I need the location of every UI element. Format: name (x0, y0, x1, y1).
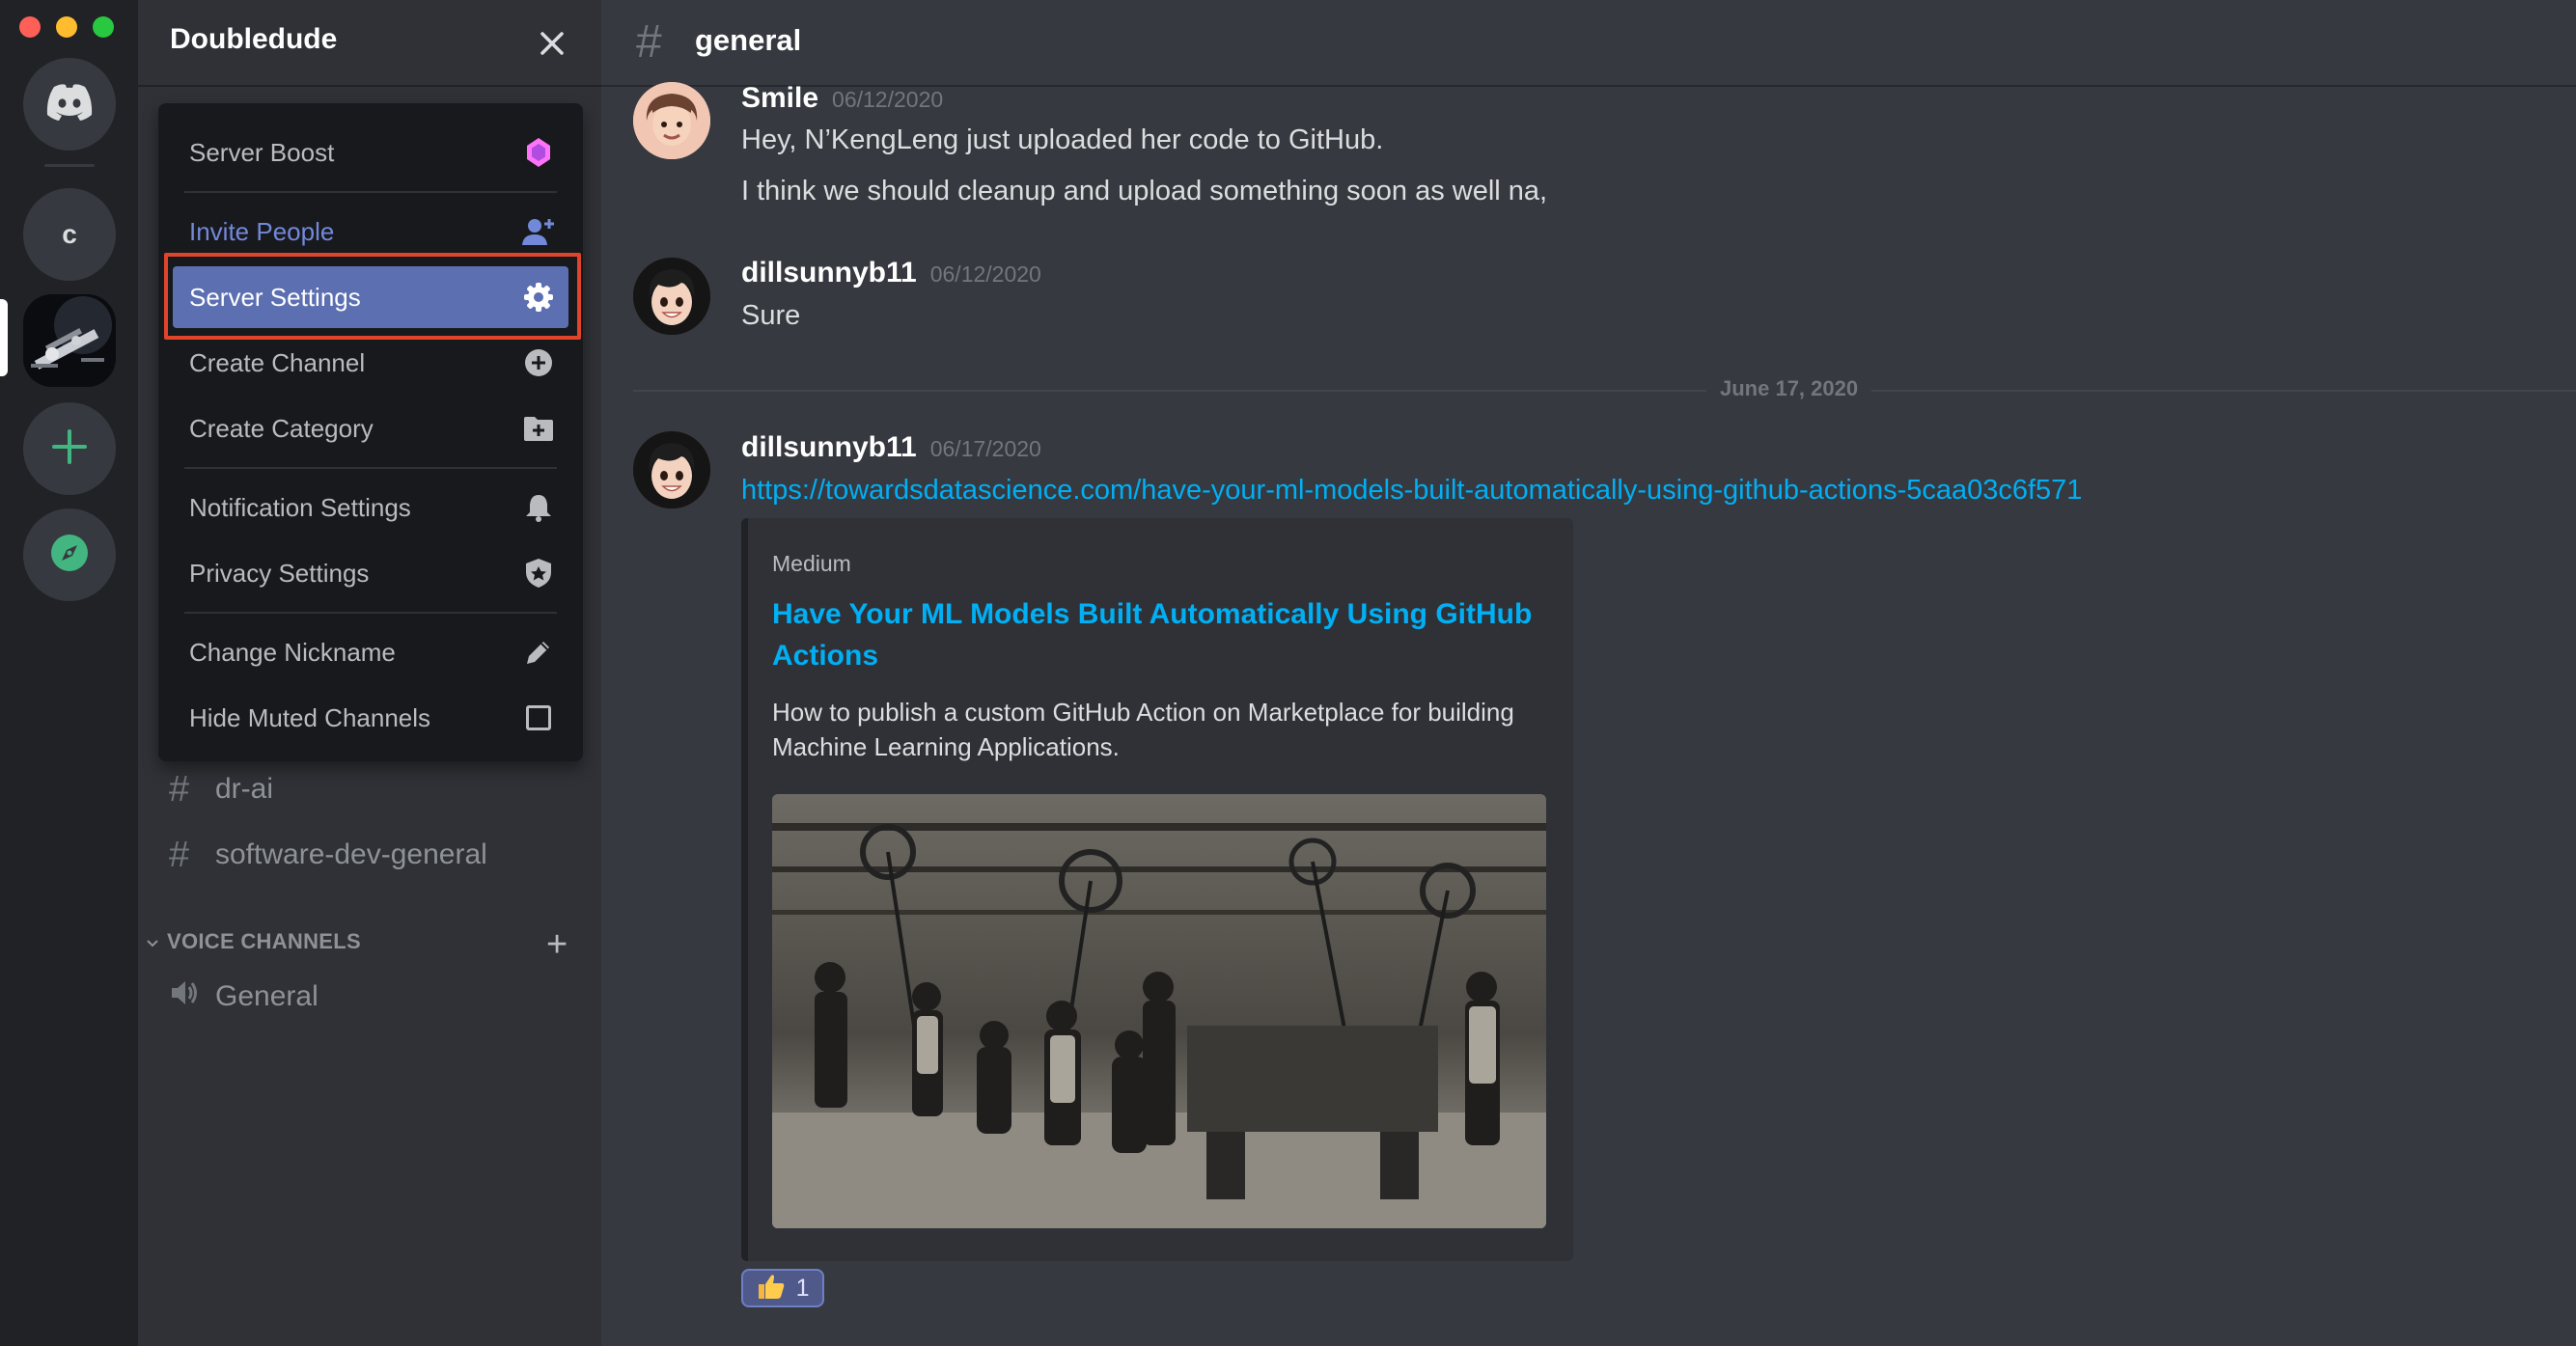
close-menu-button[interactable] (534, 25, 570, 62)
checkbox-icon[interactable] (522, 701, 555, 734)
add-server-button[interactable] (23, 402, 116, 495)
chevron-down-icon (146, 929, 167, 954)
chat-header: # general (601, 0, 2576, 87)
menu-item-label: Invite People (189, 216, 335, 246)
message-timestamp: 06/17/2020 (929, 436, 1041, 461)
menu-item-label: Server Boost (189, 137, 335, 167)
menu-item-privacy-settings[interactable]: Privacy Settings (173, 542, 568, 604)
menu-item-label: Server Settings (189, 282, 361, 312)
voice-channels-label: VOICE CHANNELS (167, 929, 361, 953)
message-text: Hey, N’KengLeng just uploaded her code t… (741, 124, 1384, 155)
channel-dr-ai[interactable]: # dr-ai (169, 765, 273, 813)
menu-item-notification-settings[interactable]: Notification Settings (173, 477, 568, 538)
menu-item-server-boost[interactable]: Server Boost (173, 122, 568, 183)
plus-circle-icon (522, 346, 555, 379)
hash-icon: # (169, 768, 190, 810)
menu-item-label: Privacy Settings (189, 558, 370, 588)
hash-icon: # (169, 834, 190, 875)
server-c-label: c (62, 219, 77, 249)
plus-icon (50, 427, 89, 471)
embed-provider[interactable]: Medium (772, 551, 851, 577)
menu-item-label: Hide Muted Channels (189, 702, 431, 732)
message-timestamp: 06/12/2020 (832, 87, 944, 112)
compass-icon (48, 532, 91, 579)
hash-icon: # (636, 16, 662, 68)
chat-area: # general Smile 06/12/2020 Hey, N’KengLen… (601, 0, 2576, 1346)
link-embed: Medium Have Your ML Models Built Automat… (741, 518, 1573, 1261)
discord-logo-icon (44, 83, 95, 126)
message-link[interactable]: https://towardsdatascience.com/have-your… (741, 475, 2082, 507)
channel-title: general (695, 23, 802, 57)
date-divider-label: June 17, 2020 (1706, 376, 1872, 401)
message-text: Sure (741, 300, 801, 331)
pencil-icon (522, 636, 555, 669)
menu-item-create-category[interactable]: Create Category (173, 398, 568, 459)
embed-title[interactable]: Have Your ML Models Built Automatically … (772, 593, 1544, 676)
channel-label: General (215, 980, 319, 1012)
window-minimize-button[interactable] (56, 16, 77, 38)
menu-separator (184, 467, 557, 469)
rail-separator (44, 164, 95, 167)
explore-servers-button[interactable] (23, 508, 116, 601)
menu-separator (184, 612, 557, 614)
username[interactable]: Smile (741, 82, 818, 114)
window-maximize-button[interactable] (93, 16, 114, 38)
message-author[interactable]: dillsunnyb11 06/12/2020 (741, 257, 1041, 289)
gear-icon (522, 281, 555, 314)
add-voice-channel-icon[interactable]: + (546, 924, 568, 966)
channel-label: software-dev-general (215, 838, 487, 870)
home-button[interactable] (23, 58, 116, 151)
message-author[interactable]: dillsunnyb11 06/17/2020 (741, 431, 1041, 464)
folder-plus-icon (522, 412, 555, 445)
speaker-icon (169, 976, 202, 1018)
menu-item-server-settings[interactable]: Server Settings (173, 266, 568, 328)
menu-item-label: Notification Settings (189, 492, 411, 522)
thumbs-up-icon (757, 1273, 786, 1305)
embed-description: How to publish a custom GitHub Action on… (772, 698, 1514, 761)
server-image (23, 294, 116, 387)
reaction-thumbs-up[interactable]: 1 (741, 1269, 824, 1307)
voice-channels-category[interactable]: VOICE CHANNELS + (146, 924, 580, 965)
close-icon (534, 32, 570, 66)
server-header[interactable]: Doubledude (138, 0, 601, 87)
message-text: I think we should cleanup and upload som… (741, 176, 1548, 206)
message-author[interactable]: Smile 06/12/2020 (741, 82, 943, 115)
avatar[interactable] (633, 431, 710, 508)
bell-icon (522, 491, 555, 524)
boost-gem-icon (522, 136, 555, 169)
username[interactable]: dillsunnyb11 (741, 257, 917, 288)
menu-item-label: Create Channel (189, 347, 366, 377)
channel-label: dr-ai (215, 773, 274, 805)
active-server-indicator (0, 299, 8, 376)
reaction-count: 1 (795, 1274, 810, 1302)
menu-item-create-channel[interactable]: Create Channel (173, 332, 568, 394)
active-server-button[interactable] (23, 294, 116, 387)
window-close-button[interactable] (19, 16, 41, 38)
avatar[interactable] (633, 82, 710, 159)
add-person-icon (522, 215, 555, 248)
server-c-button[interactable]: c (23, 188, 116, 281)
menu-item-label: Create Category (189, 413, 374, 443)
menu-item-invite-people[interactable]: Invite People (173, 201, 568, 262)
server-rail: c (0, 0, 138, 1346)
menu-item-change-nickname[interactable]: Change Nickname (173, 621, 568, 683)
voice-channel-general[interactable]: General (169, 973, 319, 1021)
date-divider (633, 390, 2576, 392)
message-timestamp: 06/12/2020 (929, 261, 1041, 287)
username[interactable]: dillsunnyb11 (741, 431, 917, 463)
menu-item-hide-muted-channels[interactable]: Hide Muted Channels (173, 687, 568, 749)
menu-item-label: Change Nickname (189, 637, 396, 667)
menu-separator (184, 191, 557, 193)
shield-icon (522, 557, 555, 590)
embed-image[interactable] (772, 794, 1546, 1228)
avatar[interactable] (633, 258, 710, 335)
server-name: Doubledude (170, 23, 338, 55)
channel-software-dev-general[interactable]: # software-dev-general (169, 831, 487, 879)
server-dropdown-menu: Server Boost Invite People Server Settin… (158, 103, 583, 761)
